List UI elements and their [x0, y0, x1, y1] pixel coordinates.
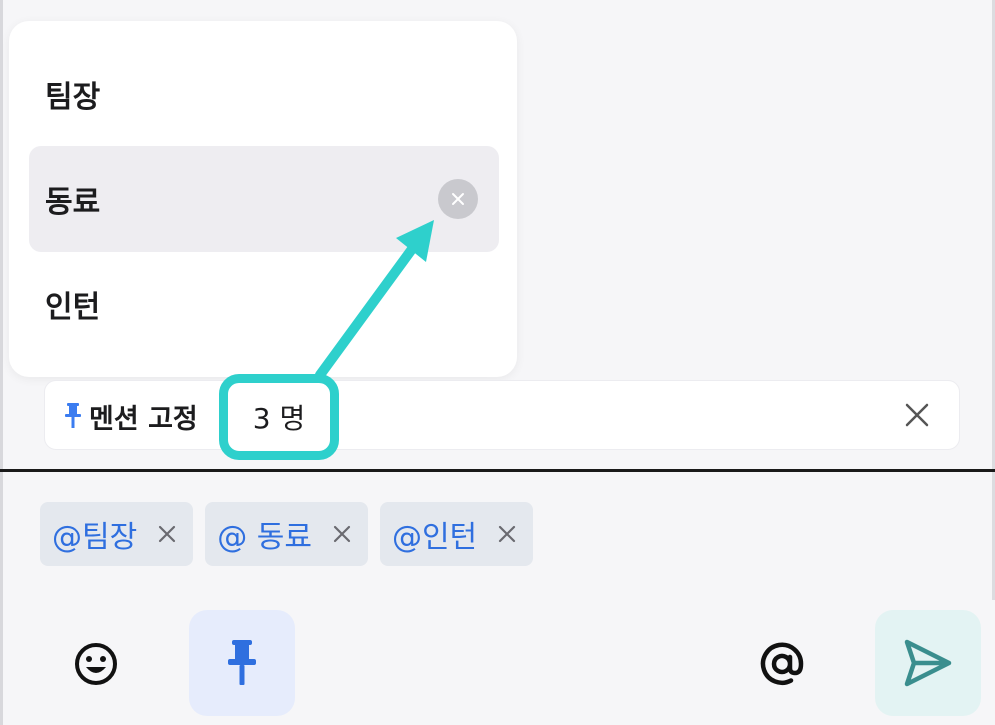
- mention-chip-colleague[interactable]: @ 동료: [205, 502, 368, 566]
- mention-chip-list: @팀장 @ 동료 @인턴: [40, 502, 534, 566]
- suggestion-item-colleague[interactable]: 동료: [29, 146, 499, 252]
- send-icon: [904, 639, 952, 687]
- at-sign-icon: [760, 642, 804, 685]
- chat-compose-screen: 팀장 동료 인턴 멘션 고정 3 명 @팀장 @ 동료 @인턴: [0, 0, 995, 725]
- suggestion-item-intern[interactable]: 인턴: [29, 251, 499, 357]
- chip-remove-button[interactable]: [332, 524, 352, 544]
- mention-chip-team-lead[interactable]: @팀장: [40, 502, 194, 566]
- suggestion-label: 팀장: [45, 80, 101, 115]
- remove-suggestion-button[interactable]: [438, 179, 478, 219]
- chip-label: @인턴: [391, 520, 478, 555]
- suggestion-label: 인턴: [45, 290, 101, 325]
- mention-count-badge: 3 명: [219, 374, 339, 460]
- emoji-button[interactable]: [60, 628, 132, 700]
- mention-suggestion-popup: 팀장 동료 인턴: [9, 21, 517, 377]
- close-icon: [159, 525, 176, 543]
- close-icon: [333, 525, 351, 543]
- chip-label: @팀장: [52, 520, 138, 555]
- smiley-icon: [75, 643, 117, 685]
- mention-button[interactable]: [746, 628, 818, 700]
- pinned-mention-bar: 멘션 고정 3 명: [44, 374, 960, 460]
- suggestion-label: 동료: [45, 185, 101, 220]
- mention-pin-label: 멘션 고정: [89, 404, 198, 435]
- mention-chip-intern[interactable]: @인턴: [379, 502, 534, 566]
- divider: [0, 469, 995, 472]
- pin-mention-button[interactable]: [189, 610, 295, 716]
- chip-remove-button[interactable]: [497, 524, 517, 544]
- close-icon: [452, 193, 464, 205]
- chip-remove-button[interactable]: [157, 524, 177, 544]
- chip-label: @ 동료: [217, 520, 312, 555]
- close-icon: [499, 525, 516, 543]
- send-button[interactable]: [875, 610, 981, 716]
- close-icon[interactable]: [903, 401, 931, 429]
- pin-icon: [228, 640, 256, 685]
- pin-icon: [65, 403, 81, 428]
- suggestion-item-team-lead[interactable]: 팀장: [29, 41, 499, 147]
- left-border: [0, 0, 3, 725]
